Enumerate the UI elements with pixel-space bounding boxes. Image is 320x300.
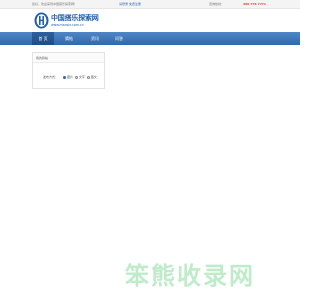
page: 您好，欢迎来到中国搭乐探索网！ 请登录 免费注册 咨询热线： 400 778 7… [0, 0, 300, 300]
welcome-text: 您好，欢迎来到中国搭乐探索网！ [32, 2, 78, 6]
radio-icon[interactable] [74, 75, 78, 79]
top-utility-bar: 您好，欢迎来到中国搭乐探索网！ 请登录 免费注册 咨询热线： 400 778 7… [0, 0, 300, 9]
register-link[interactable]: 免费注册 [129, 0, 141, 9]
site-logo[interactable]: 中国搭乐探索网 www.mansix.com.cn [32, 11, 112, 31]
hotline-number: 400 778 7771 [243, 2, 266, 6]
nav-item-qa[interactable]: 问答 [110, 32, 128, 45]
login-link[interactable]: 请登录 [119, 0, 128, 9]
nav-item-home[interactable]: 首 页 [32, 32, 54, 45]
nav-item-guess[interactable]: 猜帖 [60, 32, 78, 45]
site-header: 中国搭乐探索网 www.mansix.com.cn [0, 9, 300, 32]
logo-emblem-icon [34, 12, 49, 29]
publish-mode-row: 发布方式： 图片 文字 图文 [43, 74, 98, 80]
option-image[interactable]: 图片 [62, 74, 73, 80]
radio-icon[interactable] [62, 75, 66, 79]
option-image-text[interactable]: 图文 [86, 74, 97, 80]
post-panel: 我的猜帖 发布方式： 图片 文字 图文 [32, 52, 105, 89]
publish-mode-label: 发布方式： [43, 75, 59, 79]
main-nav: 首 页 猜帖 资讯 问答 [0, 32, 300, 45]
panel-title: 我的猜帖 [33, 53, 104, 63]
option-text[interactable]: 文字 [74, 74, 85, 80]
nav-item-news[interactable]: 资讯 [86, 32, 104, 45]
radio-icon[interactable] [86, 75, 90, 79]
logo-url: www.mansix.com.cn [51, 23, 84, 27]
hotline-label: 咨询热线： [209, 2, 225, 6]
watermark-text: 笨熊收录网 [125, 262, 255, 290]
logo-title: 中国搭乐探索网 [51, 13, 99, 22]
